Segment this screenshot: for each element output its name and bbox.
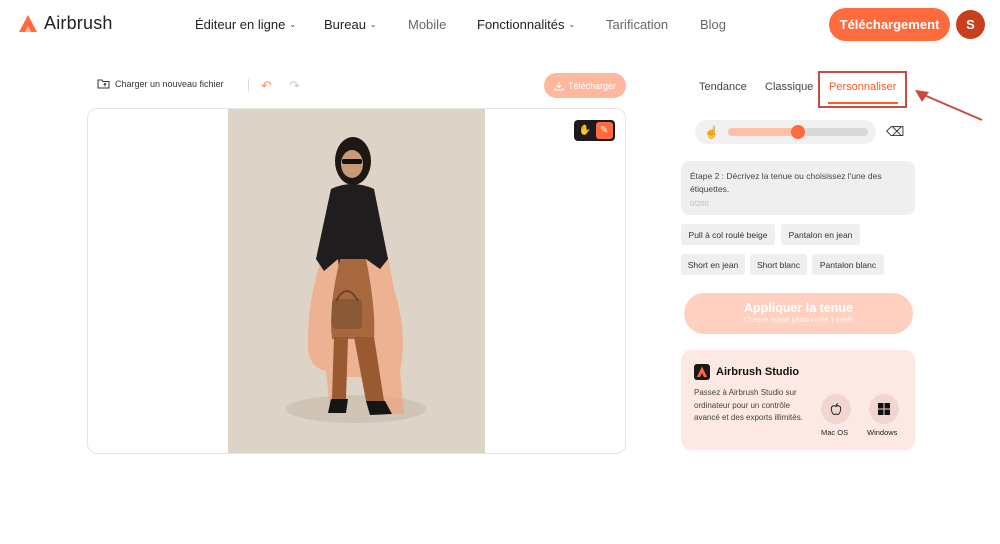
nav-blog[interactable]: Blog: [700, 17, 726, 32]
nav-features[interactable]: Fonctionnalités ⌄: [477, 17, 575, 32]
folder-upload-icon: [97, 79, 110, 89]
model-photo: [228, 109, 485, 453]
chevron-down-icon: ⌄: [289, 20, 297, 29]
suggestion-chip[interactable]: Pull à col roulé beige: [681, 224, 775, 245]
model-photo-illustration: [228, 109, 485, 453]
airbrush-studio-logo-icon: [694, 364, 710, 380]
editor-canvas[interactable]: ✋ ✎: [87, 108, 626, 454]
suggestion-chip[interactable]: Short blanc: [750, 254, 807, 275]
nav-label: Bureau: [324, 17, 366, 32]
nav-desktop[interactable]: Bureau ⌄: [324, 17, 377, 32]
brush-size-slider[interactable]: [728, 125, 868, 139]
brush-size-slider-handle[interactable]: [791, 125, 805, 139]
studio-title: Airbrush Studio: [716, 366, 800, 378]
download-icon: [554, 81, 564, 90]
top-header: Airbrush Éditeur en ligne ⌄ Bureau ⌄ Mobil…: [0, 0, 1000, 50]
upload-new-file-button[interactable]: Charger un nouveau fichier: [97, 78, 224, 89]
brush-size-control: ☝: [695, 120, 876, 144]
nav-pricing[interactable]: Tarification: [606, 17, 668, 32]
character-counter: 0/200: [690, 199, 709, 208]
apply-outfit-button[interactable]: Appliquer la tenue Chaque export photo c…: [684, 293, 913, 334]
nav-label: Mobile: [408, 17, 447, 32]
outfit-description-input[interactable]: Étape 2 : Décrivez la tenue ou choisisse…: [681, 161, 915, 215]
nav-label: Fonctionnalités: [477, 17, 565, 32]
suggestion-chip[interactable]: Pantalon en jean: [781, 224, 860, 245]
annotation-arrow-icon: [915, 90, 983, 121]
download-image-label: Télécharger: [567, 80, 617, 91]
mac-os-label[interactable]: Mac OS: [821, 428, 848, 437]
eraser-icon[interactable]: ⌫: [886, 124, 904, 140]
tab-classic[interactable]: Classique: [765, 81, 813, 93]
airbrush-studio-promo: Airbrush Studio Passez à Airbrush Studio…: [681, 350, 915, 450]
studio-description: Passez à Airbrush Studio sur ordinateur …: [694, 388, 803, 422]
avatar[interactable]: S: [956, 10, 985, 39]
annotation-highlight-box: [818, 71, 907, 108]
tab-trending[interactable]: Tendance: [699, 81, 747, 93]
hand-icon[interactable]: ✋: [576, 122, 594, 139]
download-app-button[interactable]: Téléchargement: [829, 8, 950, 41]
brush-icon[interactable]: ✎: [595, 122, 613, 139]
nav-label: Tarification: [606, 17, 669, 32]
toolbar-divider: [248, 79, 249, 92]
windows-label[interactable]: Windows: [867, 428, 897, 437]
canvas-tool-toggle: ✋ ✎: [574, 120, 615, 141]
apple-icon[interactable]: [821, 394, 851, 424]
nav-label: Blog: [700, 17, 727, 32]
suggestion-chip[interactable]: Short en jean: [681, 254, 745, 275]
chevron-down-icon: ⌄: [568, 20, 576, 29]
upload-label: Charger un nouveau fichier: [115, 78, 224, 89]
chevron-down-icon: ⌄: [369, 20, 377, 29]
apply-outfit-cost: Chaque export photo coûte 1 crédit: [743, 317, 854, 324]
brush-size-icon: ☝: [704, 125, 719, 139]
redo-icon[interactable]: ↷: [289, 78, 300, 94]
apply-outfit-label: Appliquer la tenue: [743, 301, 854, 315]
brush-size-slider-fill: [728, 128, 798, 136]
nav-online-editor[interactable]: Éditeur en ligne ⌄: [195, 17, 296, 32]
suggestion-chip[interactable]: Pantalon blanc: [812, 254, 884, 275]
undo-icon[interactable]: ↶: [261, 78, 272, 94]
windows-icon[interactable]: [869, 394, 899, 424]
nav-label: Éditeur en ligne: [195, 17, 286, 32]
download-image-button[interactable]: Télécharger: [544, 73, 626, 98]
outfit-description-placeholder: Étape 2 : Décrivez la tenue ou choisisse…: [690, 171, 882, 194]
nav-mobile[interactable]: Mobile: [408, 17, 446, 32]
